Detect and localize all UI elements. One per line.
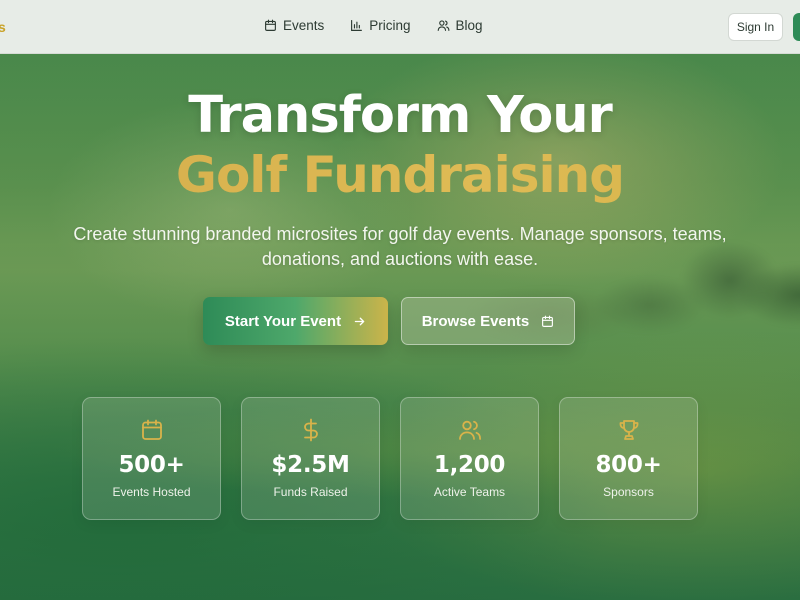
nav-link-events[interactable]: Events [264, 18, 324, 33]
nav-link-label: Pricing [369, 18, 411, 33]
top-navbar: s Events Pricing Blog Sign In [0, 0, 800, 54]
stat-value: 500+ [118, 452, 185, 478]
browse-events-button[interactable]: Browse Events [401, 297, 575, 345]
button-label: Browse Events [421, 312, 530, 330]
stat-value: $2.5M [271, 452, 350, 478]
hero-title-line2: Golf Fundraising [0, 146, 800, 204]
trophy-icon [617, 418, 641, 442]
button-label: Start Your Event [224, 312, 342, 330]
hero-title-line1: Transform Your [188, 86, 612, 145]
start-your-event-button[interactable]: Start Your Event [203, 297, 388, 345]
stats-row: 500+ Events Hosted $2.5M Funds Raised 1,… [82, 397, 698, 520]
arrow-right-icon [354, 317, 365, 325]
calendar-icon [265, 19, 276, 31]
dollar-icon [299, 418, 323, 442]
stat-label: Events Hosted [112, 485, 191, 499]
stat-label: Active Teams [433, 485, 506, 499]
get-started-button[interactable] [793, 13, 800, 41]
nav-link-blog[interactable]: Blog [437, 18, 483, 33]
main-nav: Events Pricing Blog [264, 18, 483, 33]
nav-link-label: Blog [455, 18, 483, 33]
nav-link-label: Events [283, 18, 325, 33]
hero-section: Transform Your Golf Fundraising Create s… [0, 54, 800, 600]
calendar-icon [542, 315, 554, 327]
sign-in-button[interactable]: Sign In [728, 13, 783, 41]
brand-logo-text[interactable]: s [0, 19, 6, 35]
stat-value: 800+ [595, 452, 662, 478]
stat-label: Sponsors [603, 485, 654, 499]
stat-card-teams: 1,200 Active Teams [400, 397, 539, 520]
stat-card-events: 500+ Events Hosted [82, 397, 221, 520]
calendar-icon [140, 418, 164, 442]
users-icon [458, 418, 482, 442]
stat-card-sponsors: 800+ Sponsors [559, 397, 698, 520]
stat-card-funds: $2.5M Funds Raised [241, 397, 380, 520]
stat-label: Funds Raised [273, 485, 348, 499]
bar-chart-icon [351, 20, 363, 31]
nav-link-pricing[interactable]: Pricing [350, 18, 411, 33]
hero-subtitle: Create stunning branded microsites for g… [73, 224, 727, 269]
stat-value: 1,200 [433, 452, 506, 478]
users-icon [437, 20, 449, 31]
